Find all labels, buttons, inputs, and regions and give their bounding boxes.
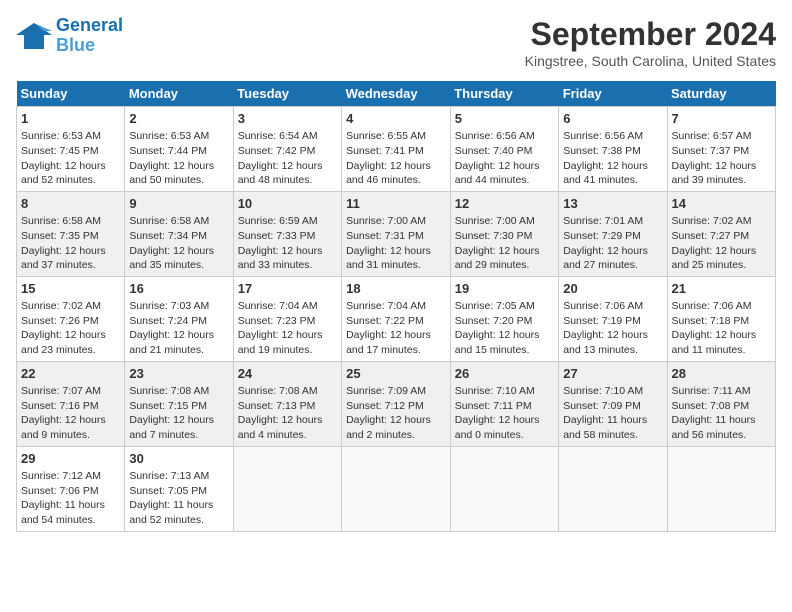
day-number: 10 xyxy=(238,195,337,213)
calendar-cell: 7Sunrise: 6:57 AMSunset: 7:37 PMDaylight… xyxy=(667,107,776,192)
day-number: 17 xyxy=(238,280,337,298)
day-number: 29 xyxy=(21,450,120,468)
location-subtitle: Kingstree, South Carolina, United States xyxy=(525,53,776,69)
day-number: 25 xyxy=(346,365,446,383)
day-number: 30 xyxy=(129,450,228,468)
header-tuesday: Tuesday xyxy=(233,81,341,107)
calendar-cell: 6Sunrise: 6:56 AMSunset: 7:38 PMDaylight… xyxy=(559,107,667,192)
calendar-cell: 19Sunrise: 7:05 AMSunset: 7:20 PMDayligh… xyxy=(450,276,558,361)
header-monday: Monday xyxy=(125,81,233,107)
week-row-3: 15Sunrise: 7:02 AMSunset: 7:26 PMDayligh… xyxy=(17,276,776,361)
day-number: 4 xyxy=(346,110,446,128)
day-number: 11 xyxy=(346,195,446,213)
logo-text: GeneralBlue xyxy=(56,16,123,56)
header-row: SundayMondayTuesdayWednesdayThursdayFrid… xyxy=(17,81,776,107)
calendar-cell: 4Sunrise: 6:55 AMSunset: 7:41 PMDaylight… xyxy=(342,107,451,192)
title-section: September 2024 Kingstree, South Carolina… xyxy=(525,16,776,69)
day-number: 24 xyxy=(238,365,337,383)
logo-icon xyxy=(16,21,52,51)
header-wednesday: Wednesday xyxy=(342,81,451,107)
week-row-2: 8Sunrise: 6:58 AMSunset: 7:35 PMDaylight… xyxy=(17,191,776,276)
day-number: 14 xyxy=(672,195,772,213)
week-row-4: 22Sunrise: 7:07 AMSunset: 7:16 PMDayligh… xyxy=(17,361,776,446)
calendar-cell: 14Sunrise: 7:02 AMSunset: 7:27 PMDayligh… xyxy=(667,191,776,276)
calendar-cell: 29Sunrise: 7:12 AMSunset: 7:06 PMDayligh… xyxy=(17,446,125,531)
day-number: 1 xyxy=(21,110,120,128)
calendar-table: SundayMondayTuesdayWednesdayThursdayFrid… xyxy=(16,81,776,532)
day-number: 19 xyxy=(455,280,554,298)
calendar-cell: 1Sunrise: 6:53 AMSunset: 7:45 PMDaylight… xyxy=(17,107,125,192)
logo: GeneralBlue xyxy=(16,16,123,56)
day-number: 26 xyxy=(455,365,554,383)
day-number: 9 xyxy=(129,195,228,213)
calendar-cell: 5Sunrise: 6:56 AMSunset: 7:40 PMDaylight… xyxy=(450,107,558,192)
day-number: 5 xyxy=(455,110,554,128)
day-number: 15 xyxy=(21,280,120,298)
calendar-cell xyxy=(559,446,667,531)
calendar-cell: 8Sunrise: 6:58 AMSunset: 7:35 PMDaylight… xyxy=(17,191,125,276)
day-number: 16 xyxy=(129,280,228,298)
calendar-cell: 3Sunrise: 6:54 AMSunset: 7:42 PMDaylight… xyxy=(233,107,341,192)
calendar-cell: 27Sunrise: 7:10 AMSunset: 7:09 PMDayligh… xyxy=(559,361,667,446)
calendar-cell xyxy=(342,446,451,531)
day-number: 13 xyxy=(563,195,662,213)
day-number: 28 xyxy=(672,365,772,383)
calendar-cell: 20Sunrise: 7:06 AMSunset: 7:19 PMDayligh… xyxy=(559,276,667,361)
day-number: 18 xyxy=(346,280,446,298)
page-header: GeneralBlue September 2024 Kingstree, So… xyxy=(16,16,776,69)
day-number: 8 xyxy=(21,195,120,213)
day-number: 2 xyxy=(129,110,228,128)
calendar-cell: 15Sunrise: 7:02 AMSunset: 7:26 PMDayligh… xyxy=(17,276,125,361)
week-row-1: 1Sunrise: 6:53 AMSunset: 7:45 PMDaylight… xyxy=(17,107,776,192)
day-number: 21 xyxy=(672,280,772,298)
calendar-cell: 16Sunrise: 7:03 AMSunset: 7:24 PMDayligh… xyxy=(125,276,233,361)
calendar-cell xyxy=(450,446,558,531)
calendar-cell xyxy=(667,446,776,531)
month-title: September 2024 xyxy=(525,16,776,53)
calendar-cell: 21Sunrise: 7:06 AMSunset: 7:18 PMDayligh… xyxy=(667,276,776,361)
calendar-cell: 9Sunrise: 6:58 AMSunset: 7:34 PMDaylight… xyxy=(125,191,233,276)
day-number: 20 xyxy=(563,280,662,298)
calendar-cell: 30Sunrise: 7:13 AMSunset: 7:05 PMDayligh… xyxy=(125,446,233,531)
calendar-cell: 11Sunrise: 7:00 AMSunset: 7:31 PMDayligh… xyxy=(342,191,451,276)
calendar-cell: 23Sunrise: 7:08 AMSunset: 7:15 PMDayligh… xyxy=(125,361,233,446)
calendar-cell: 12Sunrise: 7:00 AMSunset: 7:30 PMDayligh… xyxy=(450,191,558,276)
calendar-cell: 25Sunrise: 7:09 AMSunset: 7:12 PMDayligh… xyxy=(342,361,451,446)
calendar-cell: 2Sunrise: 6:53 AMSunset: 7:44 PMDaylight… xyxy=(125,107,233,192)
calendar-cell: 22Sunrise: 7:07 AMSunset: 7:16 PMDayligh… xyxy=(17,361,125,446)
day-number: 6 xyxy=(563,110,662,128)
calendar-cell: 28Sunrise: 7:11 AMSunset: 7:08 PMDayligh… xyxy=(667,361,776,446)
day-number: 7 xyxy=(672,110,772,128)
calendar-cell: 24Sunrise: 7:08 AMSunset: 7:13 PMDayligh… xyxy=(233,361,341,446)
calendar-cell: 10Sunrise: 6:59 AMSunset: 7:33 PMDayligh… xyxy=(233,191,341,276)
calendar-cell: 17Sunrise: 7:04 AMSunset: 7:23 PMDayligh… xyxy=(233,276,341,361)
header-thursday: Thursday xyxy=(450,81,558,107)
day-number: 27 xyxy=(563,365,662,383)
header-saturday: Saturday xyxy=(667,81,776,107)
week-row-5: 29Sunrise: 7:12 AMSunset: 7:06 PMDayligh… xyxy=(17,446,776,531)
day-number: 3 xyxy=(238,110,337,128)
day-number: 23 xyxy=(129,365,228,383)
calendar-cell: 13Sunrise: 7:01 AMSunset: 7:29 PMDayligh… xyxy=(559,191,667,276)
calendar-cell: 18Sunrise: 7:04 AMSunset: 7:22 PMDayligh… xyxy=(342,276,451,361)
day-number: 22 xyxy=(21,365,120,383)
day-number: 12 xyxy=(455,195,554,213)
calendar-cell xyxy=(233,446,341,531)
header-friday: Friday xyxy=(559,81,667,107)
calendar-cell: 26Sunrise: 7:10 AMSunset: 7:11 PMDayligh… xyxy=(450,361,558,446)
header-sunday: Sunday xyxy=(17,81,125,107)
